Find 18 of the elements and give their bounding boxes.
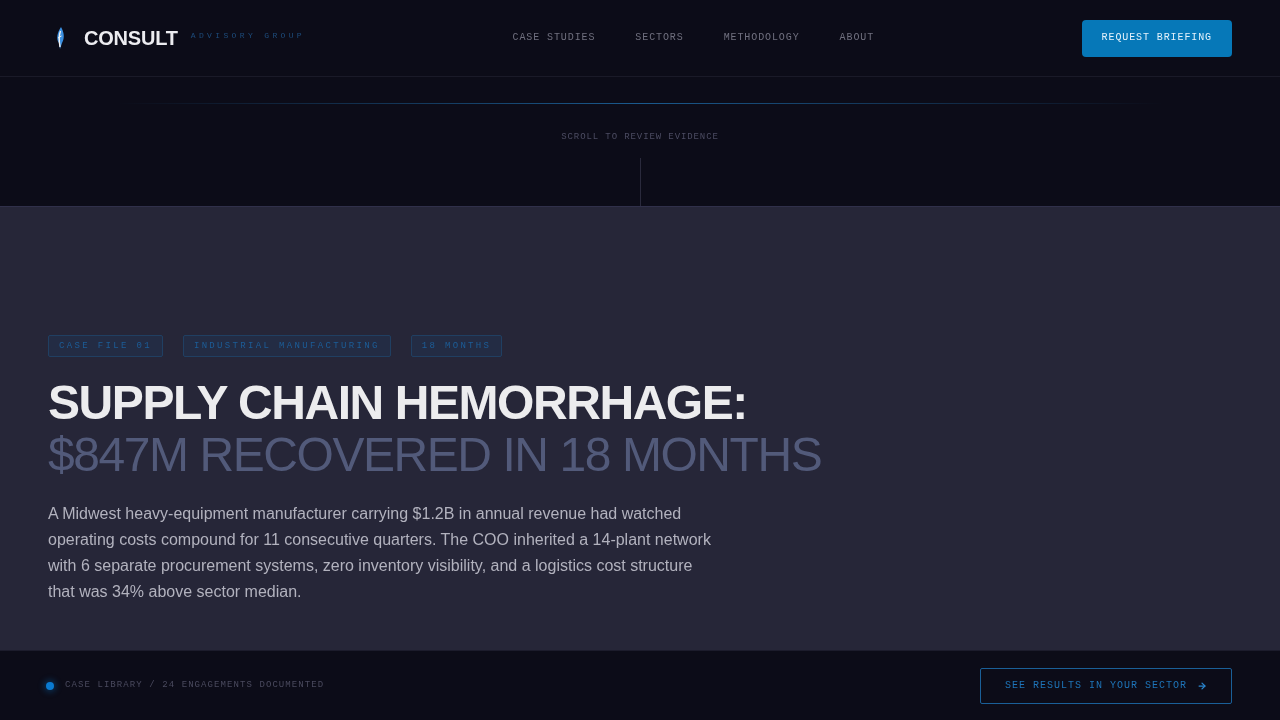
request-briefing-button[interactable]: REQUEST BRIEFING (1081, 19, 1232, 57)
case-subtitle: $847M RECOVERED IN 18 MONTHS (48, 429, 822, 481)
nav-link[interactable]: ABOUT (839, 33, 875, 43)
brand-name: CONSULT (84, 28, 178, 48)
case-tag: CASE FILE 01 (48, 335, 163, 357)
nav-link[interactable]: CASE STUDIES (512, 33, 596, 43)
case-title: SUPPLY CHAIN HEMORRHAGE: (48, 377, 747, 429)
nav-link[interactable]: SECTORS (635, 33, 684, 43)
brand-tagline: ADVISORY GROUP (190, 31, 306, 40)
case-tag: INDUSTRIAL MANUFACTURING (182, 335, 391, 357)
case-tag: 18 MONTHS (410, 335, 503, 357)
arrow-right-icon (1197, 680, 1207, 691)
see-results-button[interactable]: SEE RESULTS IN YOUR SECTOR (980, 667, 1232, 704)
nav-link[interactable]: METHODOLOGY (723, 33, 800, 43)
feather-icon (55, 27, 65, 49)
case-summary: A Midwest heavy-equipment manufacturer carrying $1.2B in annual revenue had watched operating costs compound for 11 consecutive quarters. The COO inherited a 14-plant network with 6 separate procurement systems, zero inventory visibility, and a logistics cost structure that was 34% above sector median. (48, 504, 712, 602)
case-library-status: CASE LIBRARY / 24 ENGAGEMENTS DOCUMENTED (65, 681, 325, 690)
scroll-prompt: SCROLL TO REVIEW EVIDENCE (561, 133, 719, 142)
